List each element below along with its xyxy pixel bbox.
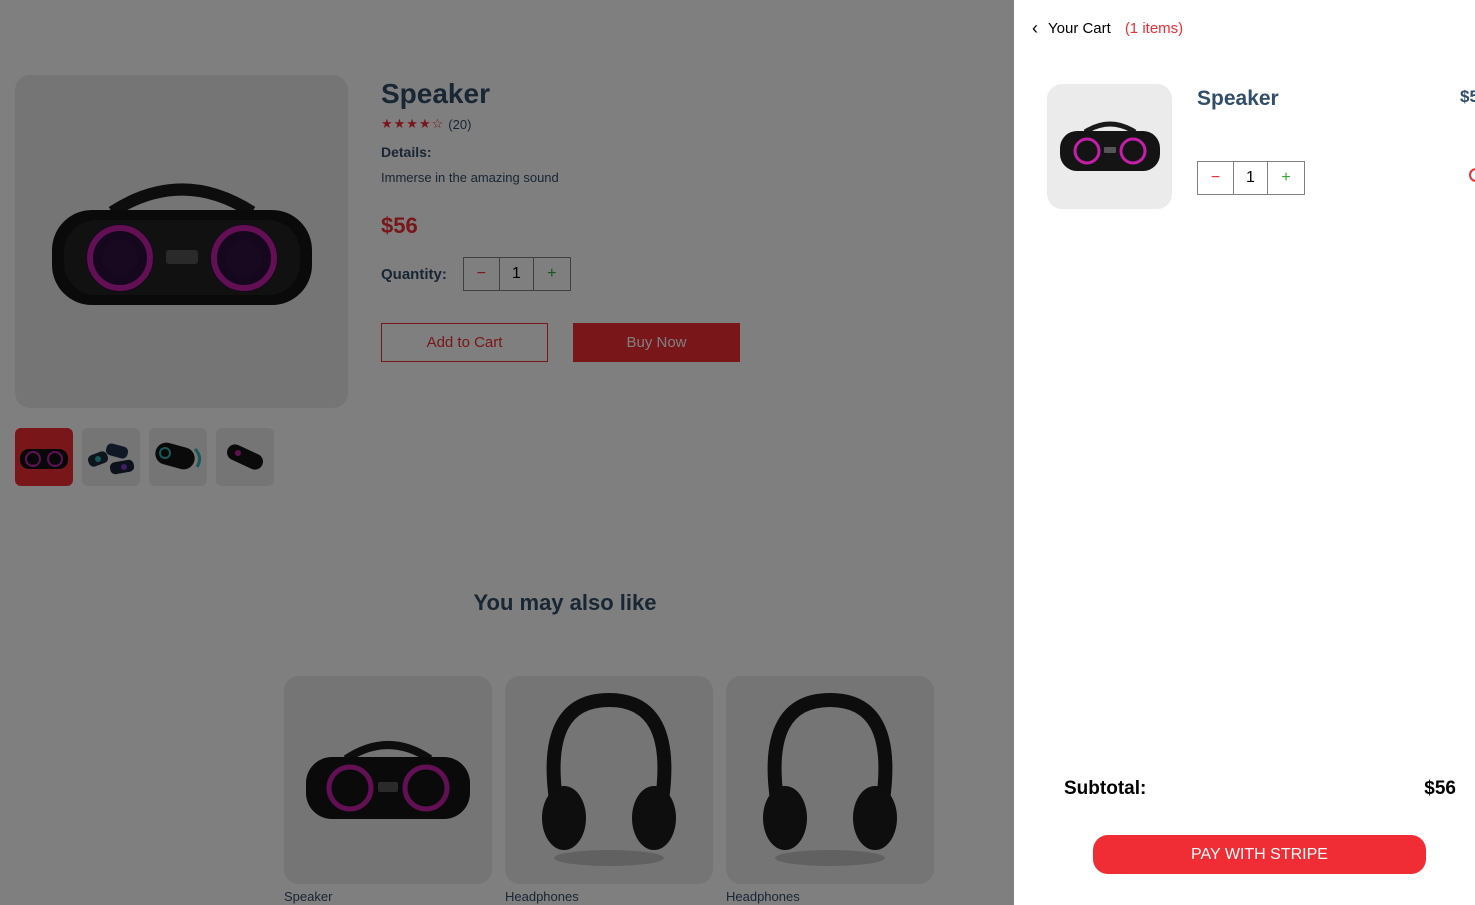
cart-title: Your Cart bbox=[1048, 20, 1111, 37]
cart-item-image bbox=[1047, 84, 1172, 209]
modal-overlay[interactable] bbox=[0, 0, 1014, 905]
remove-item-icon[interactable] bbox=[1469, 168, 1475, 182]
chevron-left-icon[interactable]: ‹ bbox=[1032, 18, 1038, 39]
cart-quantity-stepper: − 1 + bbox=[1197, 161, 1305, 195]
cart-item-price: $5 bbox=[1460, 87, 1475, 106]
cart-item-name: Speaker bbox=[1197, 87, 1279, 110]
subtotal-label: Subtotal: bbox=[1064, 778, 1147, 799]
subtotal-row: Subtotal: $56 bbox=[1064, 778, 1456, 800]
cart-decrease-button[interactable]: − bbox=[1198, 162, 1234, 194]
speaker-icon bbox=[1059, 121, 1160, 171]
cart-quantity-row: − 1 + bbox=[1197, 161, 1305, 195]
cart-increase-button[interactable]: + bbox=[1268, 162, 1304, 194]
subtotal-value: $56 bbox=[1424, 778, 1456, 799]
cart-header[interactable]: ‹ Your Cart (1 items) bbox=[1032, 18, 1183, 39]
pay-with-stripe-button[interactable]: PAY WITH STRIPE bbox=[1093, 835, 1426, 874]
cart-quantity-value: 1 bbox=[1234, 162, 1268, 194]
cart-panel: ‹ Your Cart (1 items) Speaker $5 − 1 + S… bbox=[1014, 0, 1475, 905]
cart-item-count: (1 items) bbox=[1124, 20, 1184, 37]
